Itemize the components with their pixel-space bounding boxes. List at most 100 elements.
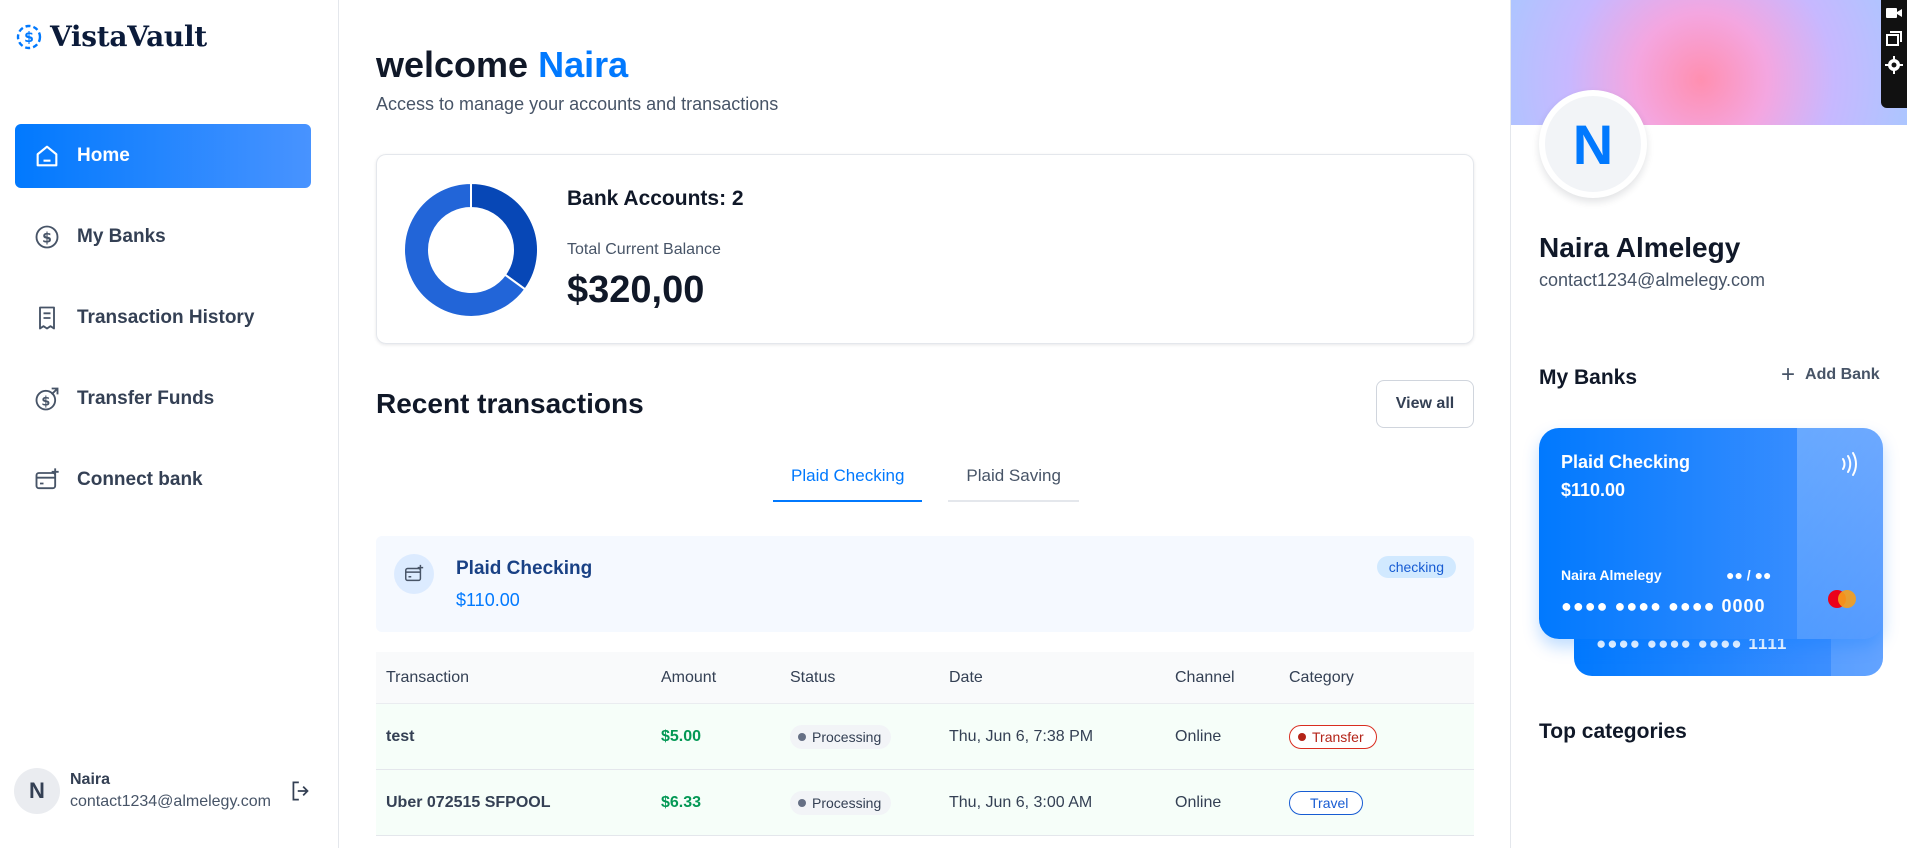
status-badge: Processing — [790, 724, 892, 749]
column-header: Channel — [1175, 668, 1235, 686]
status-label: Processing — [812, 728, 882, 745]
sidebar-item-label: Transaction History — [77, 307, 255, 328]
view-all-button[interactable]: View all — [1376, 380, 1474, 428]
balance-donut-chart — [404, 183, 538, 317]
column-header: Transaction — [386, 668, 469, 686]
top-categories-title: Top categories — [1539, 720, 1687, 743]
status-dot-icon — [798, 798, 806, 807]
gear-icon[interactable] — [1881, 52, 1907, 78]
plus-icon: + — [1781, 361, 1796, 388]
category-badge: Travel — [1289, 790, 1364, 815]
column-header: Status — [790, 668, 836, 686]
logo-icon: $ — [16, 24, 42, 49]
total-balance-card: Bank Accounts: 2 Total Current Balance $… — [376, 154, 1474, 344]
status-label: Processing — [812, 794, 882, 811]
sidebar: $ VistaVault Home $ My Banks Transaction… — [0, 0, 339, 848]
right-sidebar: N Naira Almelegy contact1234@almelegy.co… — [1510, 0, 1907, 848]
tab-plaid-checking[interactable]: Plaid Checking — [773, 458, 923, 502]
status-dot-icon — [798, 732, 806, 741]
dollar-circle-icon: $ — [33, 223, 61, 251]
svg-text:$: $ — [41, 394, 50, 409]
transaction-date: Thu, Jun 6, 7:38 PM — [949, 727, 1094, 745]
card-bank-name: Plaid Checking — [1561, 452, 1691, 472]
sidebar-item-transfer-funds[interactable]: $ Transfer Funds — [15, 367, 311, 431]
sidebar-item-label: My Banks — [77, 226, 166, 247]
transaction-date: Thu, Jun 6, 3:00 AM — [949, 793, 1093, 811]
selected-bank-info: Plaid Checking $110.00 checking — [376, 536, 1474, 632]
page-subtitle: Access to manage your accounts and trans… — [376, 94, 779, 114]
card-add-icon — [33, 466, 61, 494]
my-banks-title: My Banks — [1539, 366, 1638, 389]
sidebar-item-home[interactable]: Home — [15, 124, 311, 188]
status-cell: Processing — [790, 790, 949, 815]
card-expiry: ●● / ●● — [1726, 567, 1772, 583]
recent-transactions-title: Recent transactions — [376, 388, 644, 419]
add-bank-button[interactable]: + Add Bank — [1781, 361, 1880, 388]
brand-name: VistaVault — [50, 20, 207, 53]
greeting-text: welcome — [376, 44, 529, 85]
video-icon[interactable] — [1881, 0, 1907, 26]
transaction-amount: $5.00 — [661, 727, 702, 745]
card-holder: Naira Almelegy — [1561, 567, 1662, 583]
floating-toolbar — [1881, 0, 1907, 108]
tab-plaid-saving[interactable]: Plaid Saving — [948, 458, 1079, 502]
column-header: Category — [1289, 668, 1354, 686]
sidebar-user-name: Naira — [70, 771, 111, 788]
transaction-amount: $6.33 — [661, 793, 702, 811]
status-cell: Processing — [790, 724, 949, 749]
bank-tabs: Plaid Checking Plaid Saving — [773, 458, 1079, 502]
bank-card-icon — [394, 554, 434, 594]
sidebar-nav: Home $ My Banks Transaction History $ Tr… — [15, 124, 311, 518]
add-bank-label: Add Bank — [1805, 366, 1880, 383]
avatar[interactable]: N — [14, 768, 60, 814]
card-balance: $110.00 — [1561, 480, 1626, 500]
page-title: welcome Naira — [376, 44, 628, 86]
category-label: Travel — [1310, 794, 1349, 811]
category-badge: Transfer — [1289, 724, 1377, 749]
category-cell: Travel — [1289, 790, 1474, 815]
main-content: welcome Naira Access to manage your acco… — [339, 0, 1510, 848]
column-header: Amount — [661, 668, 717, 686]
status-badge: Processing — [790, 790, 892, 815]
profile-name: Naira Almelegy — [1539, 232, 1741, 263]
selected-bank-name: Plaid Checking — [456, 558, 593, 579]
bank-card-primary[interactable]: Plaid Checking $110.00 Naira Almelegy ●●… — [1539, 428, 1883, 639]
card-number: ●●●● ●●●● ●●●● 0000 — [1561, 596, 1766, 616]
transaction-name: Uber 072515 SFPOOL — [386, 793, 551, 811]
table-row[interactable]: test $5.00 Processing Thu, Jun 6, 7:38 P… — [376, 704, 1474, 770]
sidebar-item-label: Transfer Funds — [77, 388, 215, 409]
category-cell: Transfer — [1289, 724, 1474, 749]
mastercard-icon — [1828, 590, 1856, 608]
profile-email: contact1234@almelegy.com — [1539, 270, 1766, 290]
brand-logo[interactable]: $ VistaVault — [14, 20, 207, 53]
column-header: Date — [949, 668, 983, 686]
svg-text:$: $ — [24, 30, 34, 46]
sidebar-user-email: contact1234@almelegy.com — [70, 793, 271, 810]
sidebar-user: N Naira contact1234@almelegy.com — [14, 768, 314, 814]
sidebar-item-transaction-history[interactable]: Transaction History — [15, 286, 311, 350]
transaction-channel: Online — [1175, 793, 1222, 811]
profile-avatar[interactable]: N — [1539, 90, 1647, 198]
donut-slice-1 — [470, 183, 538, 291]
total-balance-value: $320,00 — [567, 269, 705, 311]
sidebar-item-my-banks[interactable]: $ My Banks — [15, 205, 311, 269]
sidebar-item-connect-bank[interactable]: Connect bank — [15, 448, 311, 512]
greeting-user-name: Naira — [538, 44, 629, 85]
sidebar-user-info: Naira contact1234@almelegy.com — [70, 771, 288, 811]
category-label: Transfer — [1312, 728, 1364, 745]
table-header: Transaction Amount Status Date Channel C… — [376, 652, 1474, 704]
table-row[interactable]: Uber 072515 SFPOOL $6.33 Processing Thu,… — [376, 770, 1474, 836]
sidebar-item-label: Home — [77, 145, 130, 166]
transaction-channel: Online — [1175, 727, 1222, 745]
account-type-badge: checking — [1376, 556, 1456, 578]
windows-icon[interactable] — [1881, 26, 1907, 52]
sidebar-item-label: Connect bank — [77, 469, 203, 490]
total-balance-label: Total Current Balance — [567, 241, 721, 258]
logout-icon[interactable] — [288, 778, 314, 804]
bank-accounts-count: Bank Accounts: 2 — [567, 187, 744, 210]
receipt-icon — [33, 304, 61, 332]
category-dot-icon — [1298, 732, 1306, 741]
svg-text:$: $ — [42, 230, 52, 246]
transaction-name: test — [386, 727, 415, 745]
contactless-icon — [1842, 452, 1857, 476]
